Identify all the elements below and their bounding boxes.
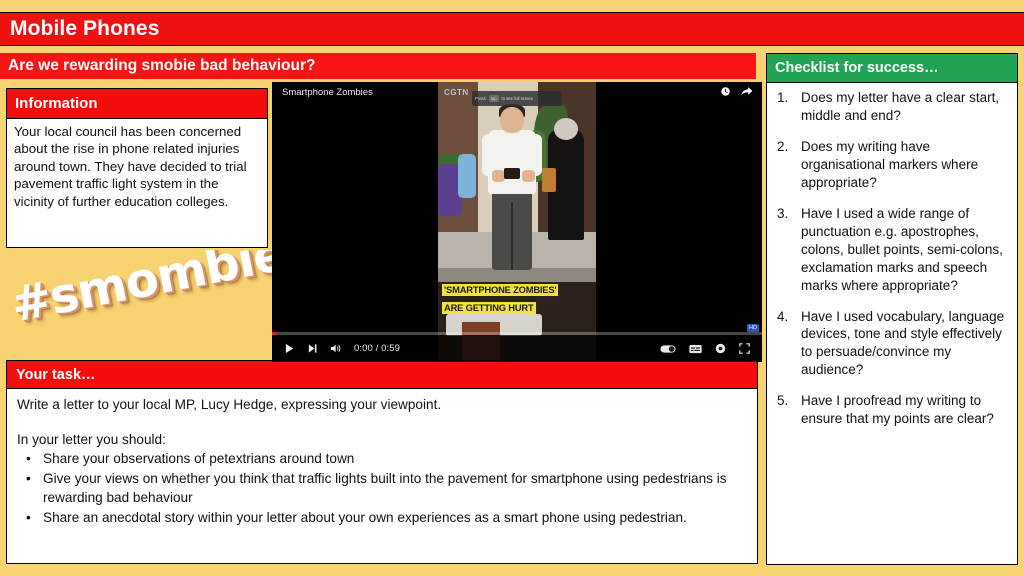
list-item-number: 1.: [777, 90, 789, 105]
list-item-text: Does my writing have organisational mark…: [801, 138, 979, 190]
smombie-wordart-container: #smombie: [0, 250, 272, 358]
scene-woman-hair: [554, 118, 578, 140]
list-item-number: 2.: [777, 138, 789, 154]
scene-man-hand-right: [522, 170, 535, 182]
video-fullscreen-hint: Press tap to see full screen: [472, 91, 562, 106]
list-item: 5. Have I proofread my writing to ensure…: [773, 392, 1011, 428]
information-heading-label: Information: [15, 95, 98, 112]
scene-man-torso: [488, 130, 536, 194]
slide-subtitle-bar: Are we rewarding smobie bad behaviour?: [0, 53, 756, 79]
task-header: Your task…: [7, 361, 757, 389]
task-panel: Your task… Write a letter to your local …: [6, 360, 758, 564]
slide-subtitle: Are we rewarding smobie bad behaviour?: [8, 57, 316, 74]
list-item-number: 3.: [777, 205, 789, 221]
checklist-body: 1. Does my letter have a clear start, mi…: [767, 83, 1017, 564]
bullet-icon: •: [26, 509, 31, 525]
information-header: Information: [7, 89, 267, 119]
watch-later-icon[interactable]: [720, 86, 731, 97]
checklist-header: Checklist for success…: [767, 54, 1017, 83]
scene-smartphone: [504, 168, 520, 179]
list-item: 2. Does my writing have organisational m…: [773, 138, 1011, 192]
list-item: 1. Does my letter have a clear start, mi…: [773, 89, 1011, 125]
task-lead-text: Write a letter to your local MP, Lucy He…: [17, 397, 442, 412]
task-heading-label: Your task…: [16, 366, 96, 383]
video-controls-right[interactable]: [660, 343, 762, 354]
video-title: Smartphone Zombies: [282, 87, 373, 98]
information-body-text: Your local council has been concerned ab…: [14, 124, 247, 209]
scene-man-legs-split: [511, 202, 513, 270]
list-item-text: Give your views on whether you think tha…: [43, 470, 727, 506]
video-burned-caption: 'SMARTPHONE ZOMBIES' ARE GETTING HURT: [442, 280, 592, 316]
list-item: 3. Have I used a wide range of punctuati…: [773, 205, 1011, 295]
list-item-text: Have I proofread my writing to ensure th…: [801, 393, 994, 427]
hint-tap-chip: tap: [488, 95, 499, 102]
list-item-text: Have I used a wide range of punctuation …: [801, 205, 1003, 293]
smombie-wordart-text: #smombie: [6, 250, 272, 334]
hint-text-label: to see full screen: [501, 96, 534, 101]
scene-handbag: [542, 168, 556, 192]
subtitles-icon[interactable]: [689, 344, 702, 354]
page-title: Mobile Phones: [10, 17, 160, 40]
play-icon[interactable]: [284, 343, 295, 354]
slide-title-bar: Mobile Phones: [0, 12, 1024, 46]
video-top-actions[interactable]: [720, 86, 753, 97]
list-item-number: 4.: [777, 308, 789, 324]
video-content-frame: CGTN Press tap to see full screen 'SMART…: [438, 82, 596, 362]
hint-prefix-label: Press: [475, 96, 486, 101]
task-sublead-text: In your letter you should:: [17, 431, 166, 447]
list-item-text: Share an anecdotal story within your let…: [43, 509, 687, 525]
video-controls-bar[interactable]: 0:00 / 0:59: [272, 335, 762, 362]
task-body: Write a letter to your local MP, Lucy He…: [7, 389, 757, 563]
next-icon[interactable]: [307, 343, 318, 354]
list-item: • Give your views on whether you think t…: [17, 469, 747, 508]
scene-man-arm-left: [482, 134, 494, 176]
list-item-number: 5.: [777, 393, 789, 409]
video-player[interactable]: Smartphone Zombies CGTN Press tap to see…: [272, 82, 762, 362]
video-controls-left[interactable]: 0:00 / 0:59: [272, 343, 400, 354]
bullet-icon: •: [26, 451, 31, 467]
information-panel: Information Your local council has been …: [6, 88, 268, 248]
caption-line-1: 'SMARTPHONE ZOMBIES': [442, 284, 559, 296]
list-item-text: Does my letter have a clear start, middl…: [801, 90, 1000, 123]
list-item-text: Share your observations of petextrians a…: [43, 451, 355, 467]
task-spacer: [17, 415, 747, 430]
checklist-panel: Checklist for success… 1. Does my letter…: [766, 53, 1018, 565]
video-time-display: 0:00 / 0:59: [354, 343, 400, 354]
channel-logo: CGTN: [444, 88, 469, 97]
task-bullet-list: • Share your observations of petextrians…: [17, 449, 747, 527]
list-item-text: Have I used vocabulary, language devices…: [801, 308, 1005, 378]
volume-icon[interactable]: [330, 343, 342, 354]
list-item: • Share your observations of petextrians…: [17, 449, 747, 469]
share-icon[interactable]: [740, 86, 753, 97]
list-item: • Share an anecdotal story within your l…: [17, 508, 747, 528]
caption-line-2: ARE GETTING HURT: [442, 302, 536, 314]
scene-background-person-left-two: [458, 154, 476, 198]
settings-gear-icon[interactable]: [715, 343, 726, 354]
checklist-heading-label: Checklist for success…: [775, 60, 939, 76]
fullscreen-icon[interactable]: [739, 343, 750, 354]
bullet-icon: •: [26, 470, 31, 486]
video-quality-badge: HD: [747, 324, 759, 332]
list-item: 4. Have I used vocabulary, language devi…: [773, 308, 1011, 380]
autoplay-toggle-icon[interactable]: [660, 344, 676, 354]
scene-man-head: [500, 107, 524, 133]
